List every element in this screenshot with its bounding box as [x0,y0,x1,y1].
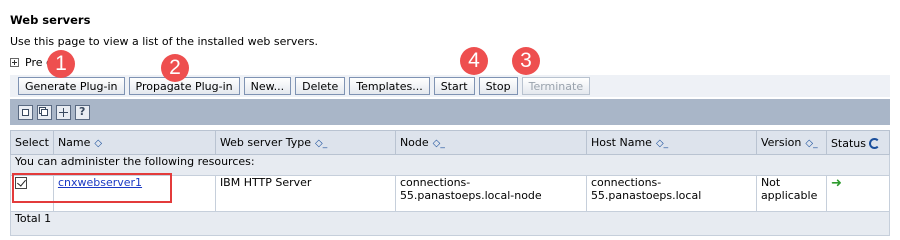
started-arrow-icon: ➜ [830,176,842,191]
server-host: connections-55.panastoeps.local [585,175,757,212]
row-checkbox[interactable] [15,177,27,189]
delete-button[interactable]: Delete [295,77,346,95]
page-description: Use this page to view a list of the inst… [10,35,318,48]
column-node[interactable]: Node ◇_ [394,130,587,155]
resources-message: You can administer the following resourc… [10,154,890,176]
propagate-plugin-button[interactable]: Propagate Plug-in [128,77,240,95]
column-select: Select [10,130,54,155]
server-type: IBM HTTP Server [214,175,396,212]
stop-button[interactable]: Stop [478,77,518,95]
page-title: Web servers [10,13,91,27]
column-host[interactable]: Host Name ◇_ [585,130,757,155]
new-button[interactable]: New... [243,77,292,95]
server-name-link[interactable]: cnxwebserver1 [58,176,142,189]
sort-icon[interactable]: ◇ [94,138,102,149]
sort-icon[interactable]: ◇ [656,138,664,149]
column-name[interactable]: Name ◇ [52,130,216,155]
action-toolbar: Generate Plug-in Propagate Plug-in New..… [10,75,890,97]
sort-icon[interactable]: ◇ [315,138,323,149]
table-icon-toolbar: ? [10,99,890,125]
deselect-all-icon[interactable] [37,104,52,120]
server-version: Not applicable [755,175,827,212]
templates-button[interactable]: Templates... [349,77,430,95]
annotation-badge-1: 1 [47,50,75,78]
select-all-icon[interactable] [18,104,33,120]
expand-icon[interactable] [10,58,19,67]
generate-plugin-button[interactable]: Generate Plug-in [18,77,125,95]
annotation-badge-2: 2 [161,54,189,82]
server-node: connections-55.panastoeps.local-node [394,175,587,212]
column-status[interactable]: Status [825,130,891,155]
terminate-button: Terminate [521,77,591,95]
start-button[interactable]: Start [433,77,475,95]
web-servers-table: Select Name ◇ Web server Type ◇_ Node ◇_ Ho… [10,130,891,236]
row-select-cell [10,175,54,212]
annotation-badge-3: 3 [512,47,540,75]
column-version[interactable]: Version ◇_ [755,130,827,155]
column-type[interactable]: Web server Type ◇_ [214,130,396,155]
refresh-icon[interactable] [869,137,880,149]
total-count: Total 1 [10,211,890,236]
show-filter-icon[interactable] [56,104,71,120]
clear-filter-icon[interactable]: ? [75,104,90,120]
annotation-badge-4: 4 [460,47,488,75]
table-row: cnxwebserver1 IBM HTTP Server connection… [10,175,891,212]
sort-icon[interactable]: ◇ [805,138,813,149]
